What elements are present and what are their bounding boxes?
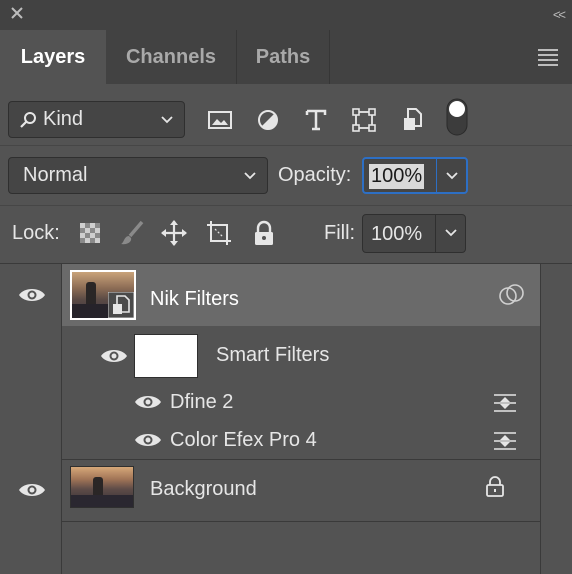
lock-position-icon[interactable] [160,219,188,247]
smart-object-badge-icon [108,292,134,318]
smart-filters-mask-thumbnail[interactable] [134,334,198,378]
opacity-dropdown-icon[interactable] [445,168,459,182]
blend-row: Normal Opacity: 100% [0,146,572,206]
filter-blending-options-icon[interactable] [492,431,518,451]
smart-filter-name[interactable]: Color Efex Pro 4 [170,429,317,452]
layer-name[interactable]: Background [150,478,257,501]
layers-list: Nik Filters Smart Filters Dfine 2 Color … [0,264,572,574]
search-icon [20,111,36,128]
layer-row-nik-filters[interactable]: Nik Filters [62,264,540,326]
layer-thumbnail [70,466,134,508]
tab-channels[interactable]: Channels [106,30,237,84]
fill-field[interactable]: 100% [362,214,466,253]
eye-icon[interactable] [18,286,46,304]
fill-label: Fill: [324,222,356,244]
chevron-down-icon [161,116,173,124]
eye-icon[interactable] [134,431,162,449]
image-filter-icon[interactable] [207,107,233,133]
collapse-panel-icon[interactable]: << [553,7,566,22]
eye-icon[interactable] [134,393,162,411]
layer-name[interactable]: Nik Filters [150,288,239,311]
type-filter-icon[interactable] [303,107,329,133]
blend-mode-value: Normal [23,164,88,186]
lock-row: Lock: Fill: 100% [0,206,572,264]
kind-filter-select[interactable]: Kind [8,101,185,138]
chevron-down-icon [244,172,256,180]
lock-artboard-icon[interactable] [205,219,233,247]
lock-image-pixels-icon[interactable] [118,219,146,247]
smart-filter-name[interactable]: Dfine 2 [170,391,233,414]
layer-row-background[interactable]: Background [62,460,540,522]
tab-layers[interactable]: Layers [0,30,106,84]
panel-menu-icon[interactable] [538,49,558,69]
lock-transparency-icon[interactable] [76,219,104,247]
eye-icon[interactable] [18,481,46,499]
panel-tabs: Layers Channels Paths [0,30,572,84]
eye-icon[interactable] [100,347,128,365]
lock-label: Lock: [12,222,60,244]
filter-blending-options-icon[interactable] [492,393,518,413]
fill-value[interactable]: 100% [371,223,422,246]
fill-dropdown-icon[interactable] [444,225,458,239]
opacity-value[interactable]: 100% [369,164,425,189]
visibility-column [0,264,62,574]
filter-toggle-icon[interactable] [446,98,468,136]
blend-mode-select[interactable]: Normal [8,157,268,194]
layer-locked-icon[interactable] [484,475,506,497]
layer-filter-bar: Kind [0,84,572,146]
smart-filter-indicator-icon [499,284,524,305]
kind-filter-label: Kind [43,108,84,130]
smart-filters-label: Smart Filters [216,344,330,366]
smart-filters-group: Smart Filters Dfine 2 Color Efex Pro 4 [62,326,540,460]
layers-scrollbar[interactable] [540,264,572,574]
adjustment-filter-icon[interactable] [255,107,281,133]
shape-filter-icon[interactable] [351,107,377,133]
lock-all-icon[interactable] [250,219,278,247]
panel-title-bar: << [0,0,572,30]
layer-thumbnail [70,270,136,320]
close-icon[interactable] [10,6,24,20]
smart-object-filter-icon[interactable] [400,107,426,133]
opacity-field[interactable]: 100% [362,157,468,194]
tab-paths[interactable]: Paths [237,30,330,84]
opacity-label: Opacity: [278,164,352,186]
